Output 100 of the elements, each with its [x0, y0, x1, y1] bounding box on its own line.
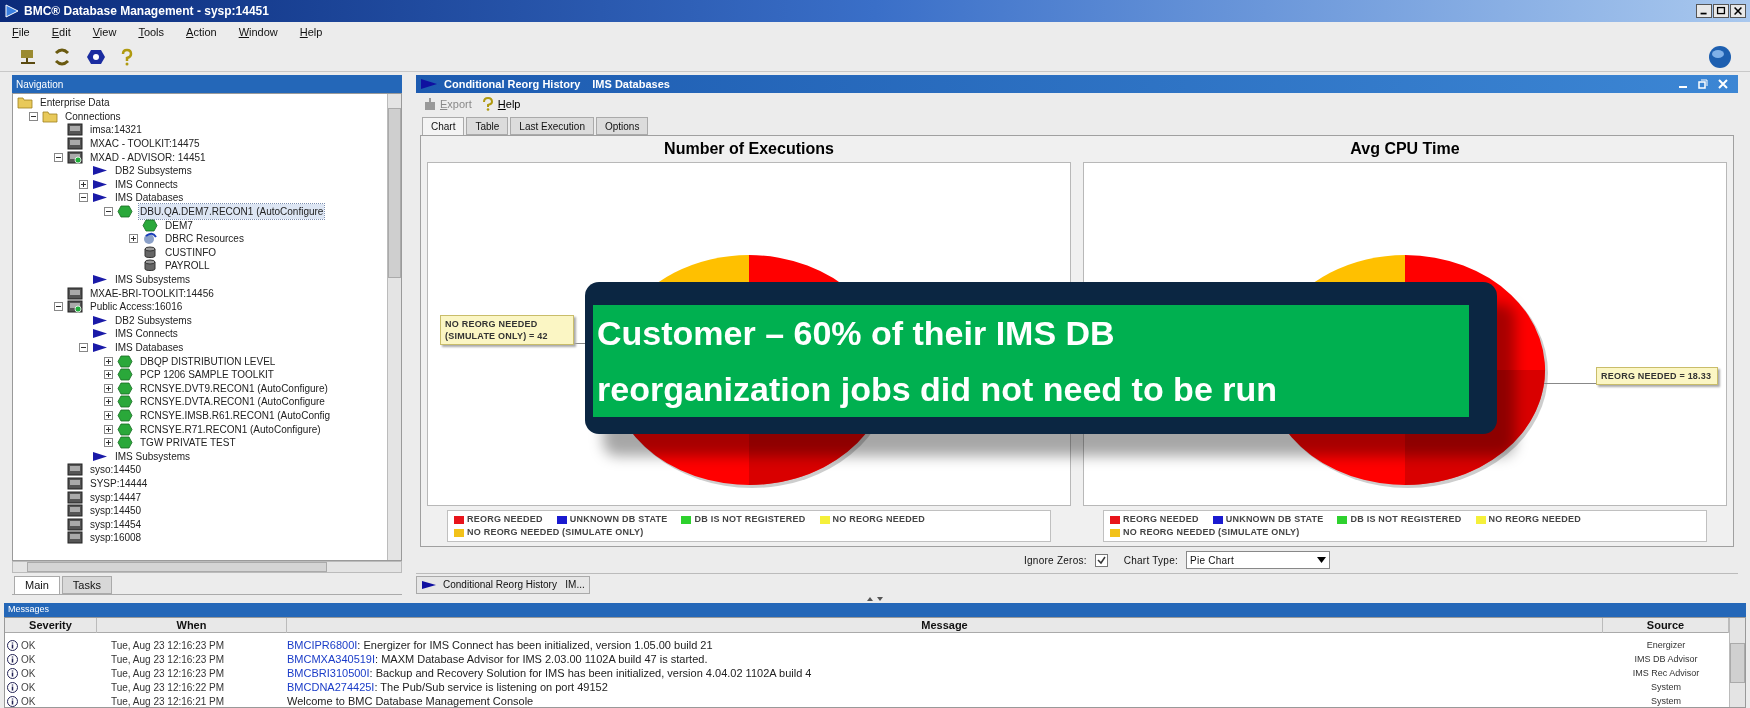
- tree-item[interactable]: MXAD - ADVISOR: 14451: [89, 149, 207, 165]
- legend-label: NO REORG NEEDED (SIMULATE ONLY): [1123, 526, 1300, 539]
- tree-item[interactable]: RCNSYE.DVT9.RECON1 (AutoConfigure): [139, 380, 329, 396]
- field-label: Ignore Zeros:: [1024, 553, 1087, 568]
- hexagon-icon[interactable]: [86, 47, 106, 66]
- document-tab[interactable]: Conditional Reorg History IM...: [416, 575, 590, 594]
- table-cell-text: Welcome to BMC Database Management Console: [287, 694, 535, 708]
- table-cell-text: OK: [21, 666, 36, 681]
- tree-item[interactable]: sysp:14447: [89, 489, 143, 505]
- tree-item[interactable]: CUSTINFO: [164, 244, 218, 260]
- menu-item[interactable]: Window: [238, 23, 278, 41]
- close-icon[interactable]: [1730, 4, 1746, 18]
- help-button[interactable]: Help: [481, 95, 521, 113]
- table-cell-text: Tue, Aug 23 12:16:22 PM: [110, 680, 226, 695]
- tree-item[interactable]: Public Access:16016: [89, 299, 184, 315]
- tree-item[interactable]: PAYROLL: [164, 258, 211, 274]
- caret-icon: [1317, 557, 1326, 563]
- tree-item[interactable]: DEM7: [164, 217, 194, 233]
- tree-item[interactable]: sysp:16008: [89, 530, 143, 546]
- menu-item[interactable]: File: [12, 23, 30, 41]
- collapse-icon[interactable]: [79, 343, 88, 352]
- collapse-icon[interactable]: [54, 302, 63, 312]
- tree-item[interactable]: sysp:14450: [89, 503, 143, 519]
- column-header[interactable]: Message: [287, 618, 1603, 633]
- tree-item[interactable]: IMS Connects: [114, 176, 179, 192]
- server-icon: [67, 517, 83, 531]
- tree-item[interactable]: DB2 Subsystems: [114, 163, 193, 179]
- expand-icon[interactable]: [104, 356, 113, 366]
- collapse-icon[interactable]: [104, 207, 113, 217]
- collapse-icon[interactable]: [54, 152, 63, 162]
- maximize-icon[interactable]: [1713, 4, 1729, 18]
- tree-item[interactable]: MXAC - TOOLKIT:14475: [89, 136, 201, 152]
- globe-icon[interactable]: [1708, 44, 1732, 69]
- hexagon-icon: [117, 354, 133, 368]
- tab[interactable]: Table: [466, 117, 509, 135]
- expand-icon[interactable]: [104, 410, 113, 420]
- minimize-icon[interactable]: [1696, 4, 1712, 18]
- collapse-icon[interactable]: [29, 111, 38, 121]
- hexagon-icon: [117, 368, 133, 382]
- menu-item[interactable]: Action: [186, 23, 217, 41]
- expand-icon[interactable]: [104, 424, 113, 434]
- tree-item[interactable]: IMS Databases: [114, 340, 185, 355]
- table-cell-text: BMCMXA340519I: MAXM Database Advisor for IMS 2.03.00 1102A build 47 is started.: [287, 652, 709, 667]
- tab[interactable]: Tasks: [61, 576, 112, 594]
- refresh-icon[interactable]: [52, 47, 72, 66]
- menu-item[interactable]: Edit: [51, 23, 71, 41]
- tree-item[interactable]: DBRC Resources: [164, 231, 245, 247]
- tree-item[interactable]: RCNSYE.IMSB.R61.RECON1 (AutoConfig: [139, 407, 332, 423]
- tree-item[interactable]: Enterprise Data: [39, 95, 111, 111]
- tree-item[interactable]: IMS Connects: [114, 326, 179, 342]
- info-icon: [7, 667, 18, 679]
- menu-item[interactable]: Tools: [138, 23, 165, 41]
- legend-label: NO REORG NEEDED: [832, 513, 925, 526]
- splitter-arrows-icon[interactable]: [865, 596, 885, 602]
- tree-item[interactable]: syso:14450: [89, 462, 143, 478]
- expand-icon[interactable]: [104, 383, 113, 393]
- tree-item[interactable]: IMS Subsystems: [114, 448, 192, 464]
- expand-icon[interactable]: [104, 397, 113, 407]
- tree-item[interactable]: SYSP:14444: [89, 475, 149, 491]
- collapse-icon[interactable]: [79, 193, 88, 203]
- hexagon-icon: [117, 381, 133, 395]
- column-header[interactable]: Severity: [5, 618, 97, 633]
- triangle-icon: [92, 327, 108, 341]
- menu-item[interactable]: Help: [299, 23, 323, 41]
- scrollbar[interactable]: [1729, 618, 1745, 707]
- tree-item[interactable]: imsa:14321: [89, 122, 143, 138]
- tree-item[interactable]: PCP 1206 SAMPLE TOOLKIT: [139, 367, 275, 383]
- menu-item[interactable]: View: [92, 23, 117, 41]
- expand-icon[interactable]: [79, 179, 88, 189]
- tree-item[interactable]: Connections: [64, 108, 122, 124]
- tree-item[interactable]: RCNSYE.DVTA.RECON1 (AutoConfigure: [139, 394, 326, 410]
- table-cell-text: Tue, Aug 23 12:16:23 PM: [110, 638, 226, 653]
- tab[interactable]: Chart: [422, 117, 465, 135]
- tree-item[interactable]: sysp:14454: [89, 516, 143, 532]
- legend-label: REORG NEEDED: [1123, 513, 1199, 526]
- tree-item[interactable]: IMS Subsystems: [114, 272, 192, 287]
- scrollbar[interactable]: [387, 94, 401, 560]
- expand-icon[interactable]: [104, 438, 113, 448]
- swirl-icon: [142, 232, 158, 246]
- tree-item[interactable]: DBU.QA.DEM7.RECON1 (AutoConfigure: [139, 204, 325, 220]
- restore-icon[interactable]: [1698, 79, 1708, 89]
- table-cell-text: Tue, Aug 23 12:16:23 PM: [110, 652, 226, 667]
- column-header[interactable]: When: [97, 618, 287, 633]
- scrollbar[interactable]: [12, 561, 402, 573]
- tree-item[interactable]: IMS Databases: [114, 190, 185, 206]
- connect-icon[interactable]: [18, 47, 38, 66]
- tree-item[interactable]: MXAE-BRI-TOOLKIT:14456: [89, 285, 215, 301]
- tree-item[interactable]: TGW PRIVATE TEST: [139, 435, 237, 451]
- expand-icon[interactable]: [104, 370, 113, 380]
- tree-item[interactable]: RCNSYE.R71.RECON1 (AutoConfigure): [139, 421, 322, 437]
- table-cell-text: System: [1650, 680, 1682, 694]
- tree-item[interactable]: DB2 Subsystems: [114, 312, 193, 328]
- chart-type-dropdown[interactable]: Pie Chart: [1186, 551, 1330, 569]
- expand-icon[interactable]: [129, 234, 138, 244]
- tab[interactable]: Last Execution: [510, 117, 594, 135]
- table-cell-text: System: [1650, 694, 1682, 708]
- checkbox[interactable]: [1094, 553, 1108, 567]
- tree-item[interactable]: DBQP DISTRIBUTION LEVEL: [139, 353, 277, 369]
- tab[interactable]: Main: [14, 576, 60, 594]
- tab[interactable]: Options: [595, 117, 649, 135]
